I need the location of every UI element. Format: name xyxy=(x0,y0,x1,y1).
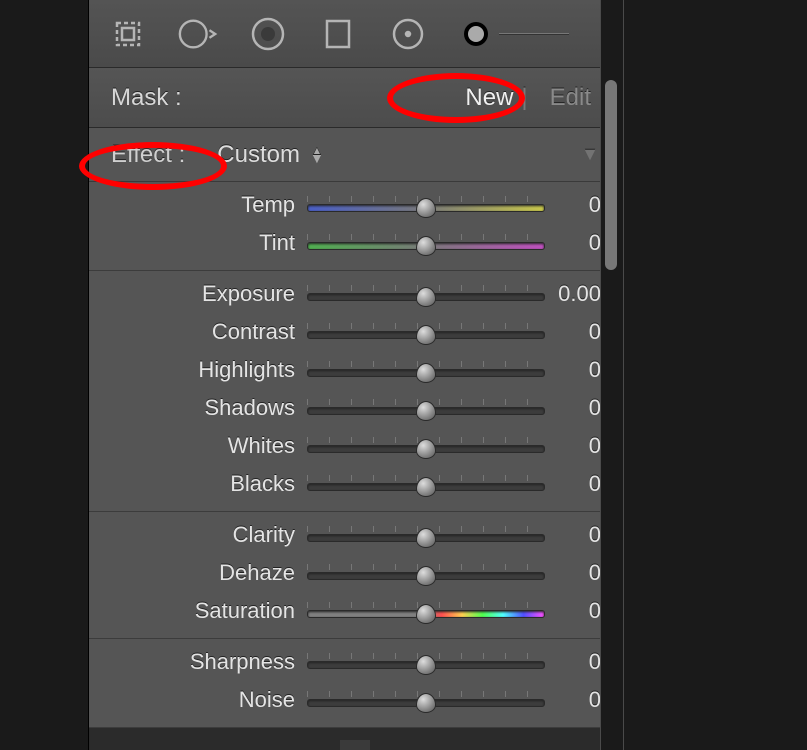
slider-thumb[interactable] xyxy=(416,693,436,713)
slider-label: Shadows xyxy=(89,395,307,421)
new-mask-button[interactable]: New xyxy=(457,82,521,114)
slider-value[interactable]: 0 xyxy=(545,560,601,586)
slider-thumb[interactable] xyxy=(416,198,436,218)
slider-row-exposure: Exposure 0.00 xyxy=(89,275,621,313)
slider-value[interactable]: 0 xyxy=(545,230,601,256)
collapse-toggle-icon[interactable]: ▼ xyxy=(581,144,599,165)
slider-row-saturation: Saturation 0 xyxy=(89,592,621,630)
slider-row-blacks: Blacks 0 xyxy=(89,465,621,503)
adjustment-group: Sharpness 0 Noise 0 xyxy=(89,639,621,728)
slider-label: Dehaze xyxy=(89,560,307,586)
adjustment-group: Temp 0 Tint 0 xyxy=(89,182,621,271)
slider-blacks[interactable] xyxy=(307,475,545,493)
slider-row-tint: Tint 0 xyxy=(89,224,621,262)
slider-thumb[interactable] xyxy=(416,566,436,586)
slider-label: Highlights xyxy=(89,357,307,383)
eye-target-icon[interactable] xyxy=(247,13,289,55)
adjustments-body: Temp0Tint0Exposure0.00Contrast0Highlight… xyxy=(89,182,621,728)
effect-row: Effect : Custom ▲▼ ▼ xyxy=(89,128,621,182)
slider-row-contrast: Contrast 0 xyxy=(89,313,621,351)
slider-label: Saturation xyxy=(89,598,307,624)
slider-shadows[interactable] xyxy=(307,399,545,417)
slider-label: Sharpness xyxy=(89,649,307,675)
slider-value[interactable]: 0 xyxy=(545,522,601,548)
slider-value[interactable]: 0 xyxy=(545,357,601,383)
slider-thumb[interactable] xyxy=(416,655,436,675)
scroll-thumb[interactable] xyxy=(605,80,617,270)
slider-label: Blacks xyxy=(89,471,307,497)
slider-row-dehaze: Dehaze 0 xyxy=(89,554,621,592)
dropdown-caret-icon: ▲▼ xyxy=(310,148,324,162)
slider-row-temp: Temp 0 xyxy=(89,186,621,224)
effect-label: Effect : xyxy=(111,141,185,169)
slider-thumb[interactable] xyxy=(416,604,436,624)
panel-scrollbar[interactable] xyxy=(600,0,624,750)
slider-whites[interactable] xyxy=(307,437,545,455)
slider-row-highlights: Highlights 0 xyxy=(89,351,621,389)
panel-resize-notch[interactable] xyxy=(340,740,370,750)
linear-gradient-icon[interactable] xyxy=(317,13,359,55)
slider-row-noise: Noise 0 xyxy=(89,681,621,719)
slider-saturation[interactable] xyxy=(307,602,545,620)
slider-exposure[interactable] xyxy=(307,285,545,303)
slider-value[interactable]: 0 xyxy=(545,192,601,218)
slider-value[interactable]: 0 xyxy=(545,433,601,459)
slider-thumb[interactable] xyxy=(416,325,436,345)
effect-preset-dropdown[interactable]: Custom ▲▼ xyxy=(217,141,324,169)
slider-thumb[interactable] xyxy=(416,363,436,383)
slider-thumb[interactable] xyxy=(416,401,436,421)
crop-tool-icon[interactable] xyxy=(107,13,149,55)
slider-row-sharpness: Sharpness 0 xyxy=(89,643,621,681)
slider-value[interactable]: 0 xyxy=(545,319,601,345)
mask-toolbar xyxy=(89,0,621,68)
slider-label: Contrast xyxy=(89,319,307,345)
slider-label: Tint xyxy=(89,230,307,256)
slider-value[interactable]: 0 xyxy=(545,471,601,497)
slider-row-whites: Whites 0 xyxy=(89,427,621,465)
slider-highlights[interactable] xyxy=(307,361,545,379)
adjustment-group: Exposure 0.00 Contrast 0 Highlights 0 Shadows 0… xyxy=(89,271,621,512)
edit-mask-button[interactable]: Edit xyxy=(542,82,599,114)
slider-value[interactable]: 0 xyxy=(545,649,601,675)
slider-clarity[interactable] xyxy=(307,526,545,544)
mask-row: Mask : New | Edit xyxy=(89,68,621,128)
slider-label: Clarity xyxy=(89,522,307,548)
slider-label: Temp xyxy=(89,192,307,218)
slider-thumb[interactable] xyxy=(416,236,436,256)
slider-value[interactable]: 0 xyxy=(545,687,601,713)
slider-row-clarity: Clarity 0 xyxy=(89,516,621,554)
slider-noise[interactable] xyxy=(307,691,545,709)
slider-thumb[interactable] xyxy=(416,528,436,548)
slider-contrast[interactable] xyxy=(307,323,545,341)
slider-label: Noise xyxy=(89,687,307,713)
slider-thumb[interactable] xyxy=(416,477,436,497)
develop-panel: Mask : New | Edit Effect : Custom ▲▼ ▼ T… xyxy=(88,0,622,750)
range-mask-tool[interactable] xyxy=(457,15,569,53)
slider-thumb[interactable] xyxy=(416,287,436,307)
slider-sharpness[interactable] xyxy=(307,653,545,671)
slider-value[interactable]: 0 xyxy=(545,395,601,421)
slider-row-shadows: Shadows 0 xyxy=(89,389,621,427)
slider-value[interactable]: 0.00 xyxy=(545,281,601,307)
slider-temp[interactable] xyxy=(307,196,545,214)
slider-tint[interactable] xyxy=(307,234,545,252)
radial-gradient-icon[interactable] xyxy=(387,13,429,55)
mask-label: Mask : xyxy=(111,84,182,112)
slider-label: Exposure xyxy=(89,281,307,307)
slider-dehaze[interactable] xyxy=(307,564,545,582)
slider-thumb[interactable] xyxy=(416,439,436,459)
adjustment-group: Clarity 0 Dehaze 0 Saturation 0 xyxy=(89,512,621,639)
brush-circle-icon[interactable] xyxy=(177,13,219,55)
slider-label: Whites xyxy=(89,433,307,459)
slider-value[interactable]: 0 xyxy=(545,598,601,624)
